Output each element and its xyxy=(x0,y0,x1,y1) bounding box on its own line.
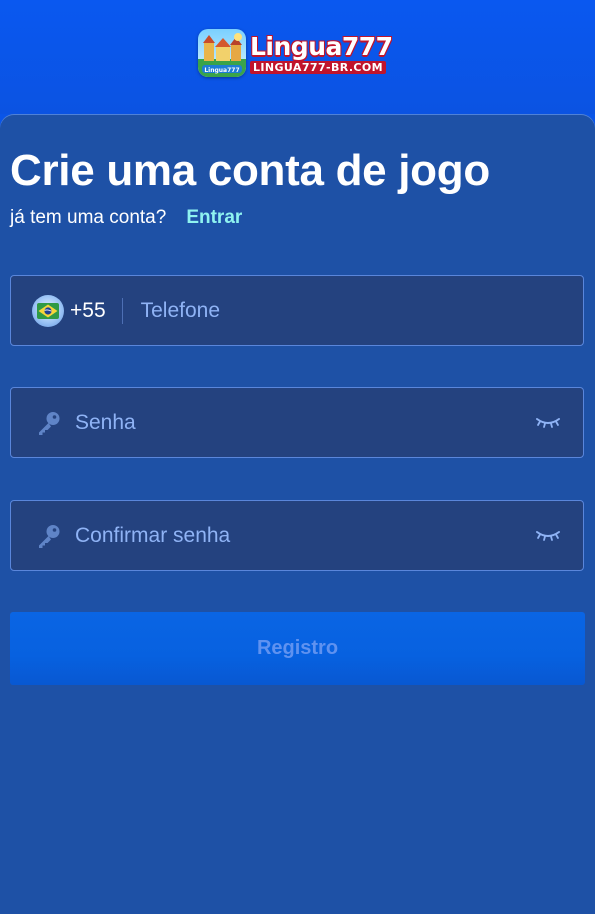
confirm-password-input[interactable] xyxy=(75,515,505,556)
phone-input[interactable] xyxy=(140,290,561,331)
login-link[interactable]: Entrar xyxy=(186,207,242,229)
logo-text: Lingua777 LINGUA777-BR.COM xyxy=(250,33,393,74)
confirm-password-field[interactable] xyxy=(10,500,584,571)
logo-domain: LINGUA777-BR.COM xyxy=(250,60,386,74)
key-icon xyxy=(35,409,63,437)
eye-closed-icon[interactable] xyxy=(535,412,561,432)
eye-closed-icon[interactable] xyxy=(535,525,561,545)
field-divider xyxy=(121,297,123,324)
logo-app-icon: Lingua777 xyxy=(198,29,246,77)
header: Lingua777 Lingua777 LINGUA777-BR.COM xyxy=(0,0,595,114)
logo-name: Lingua777 xyxy=(250,31,393,61)
phone-field[interactable]: +55 xyxy=(10,275,584,346)
page-title: Crie uma conta de jogo xyxy=(10,146,490,195)
register-button[interactable]: Registro xyxy=(10,612,585,685)
brazil-flag-icon[interactable] xyxy=(32,294,64,327)
svg-text:Lingua777: Lingua777 xyxy=(204,67,239,74)
password-input[interactable] xyxy=(75,402,505,443)
country-code[interactable]: +55 xyxy=(70,299,106,323)
login-prompt: já tem uma conta? Entrar xyxy=(10,206,242,230)
key-icon xyxy=(35,522,63,550)
logo[interactable]: Lingua777 Lingua777 LINGUA777-BR.COM xyxy=(198,27,393,79)
have-account-text: já tem uma conta? xyxy=(10,207,167,228)
password-field[interactable] xyxy=(10,387,584,458)
